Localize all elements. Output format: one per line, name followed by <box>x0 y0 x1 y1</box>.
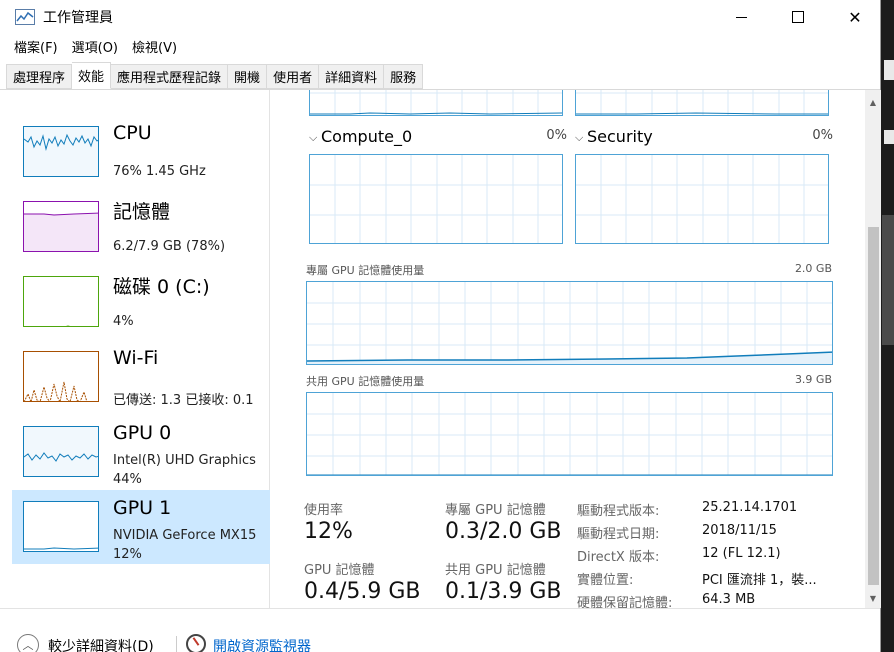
engine-security-pct: 0% <box>812 128 833 143</box>
engine-compute0-graph <box>309 154 563 244</box>
dedicated-memory-graph <box>306 281 833 365</box>
sidebar-item-name: CPU <box>113 122 152 144</box>
maximize-button[interactable] <box>775 0 821 34</box>
physical-location-label: 實體位置: <box>577 573 634 588</box>
wifi-thumbnail-graph <box>23 351 99 402</box>
tab-services[interactable]: 服務 <box>384 64 424 89</box>
resource-monitor-icon[interactable] <box>186 634 206 652</box>
scroll-up-icon[interactable]: ▲ <box>865 94 881 110</box>
footer-separator <box>176 636 177 652</box>
gpu0-thumbnail-graph <box>23 426 99 477</box>
cpu-thumbnail-graph <box>23 126 99 177</box>
chevron-down-icon[interactable]: ⌵ <box>309 131 317 145</box>
shared-gpu-memory-value: 0.1/3.9 GB <box>445 579 562 604</box>
task-manager-icon <box>15 9 35 25</box>
engine-compute0-pct: 0% <box>546 128 567 143</box>
minimize-button[interactable] <box>718 0 764 34</box>
gpu-detail-panel: ⌵ Compute_0 0% ⌵ Security 0% 專屬 GPU 記憶體使… <box>272 90 865 608</box>
tab-processes[interactable]: 處理程序 <box>6 64 73 89</box>
sidebar-item-detail: 6.2/7.9 GB (78%) <box>113 239 226 254</box>
directx-version-value: 12 (FL 12.1) <box>702 546 781 561</box>
shared-memory-graph <box>306 392 833 476</box>
menu-options[interactable]: 選項(O) <box>72 37 118 56</box>
sidebar-item-cpu[interactable]: CPU 76% 1.45 GHz <box>12 115 270 189</box>
sidebar-item-usage: 44% <box>113 472 142 487</box>
gpu-memory-label: GPU 記憶體 <box>304 563 375 578</box>
chevron-down-icon[interactable]: ⌵ <box>575 131 583 145</box>
sidebar-item-gpu0[interactable]: GPU 0 Intel(R) UHD Graphics 44% <box>12 415 270 489</box>
menu-file[interactable]: 檔案(F) <box>14 37 58 56</box>
directx-version-label: DirectX 版本: <box>577 550 660 565</box>
maximize-icon <box>792 11 804 23</box>
minimize-icon <box>735 16 747 18</box>
memory-thumbnail-graph <box>23 201 99 252</box>
sidebar-item-detail: 4% <box>113 314 134 329</box>
dedicated-gpu-memory-label: 專屬 GPU 記憶體 <box>445 503 546 518</box>
sidebar-item-memory[interactable]: 記憶體 6.2/7.9 GB (78%) <box>12 190 270 264</box>
sidebar-item-wifi[interactable]: Wi-Fi 已傳送: 1.3 已接收: 0.1 <box>12 340 270 414</box>
desktop-background-right <box>880 0 894 652</box>
driver-date-value: 2018/11/15 <box>702 523 777 538</box>
tab-users[interactable]: 使用者 <box>267 64 320 89</box>
shared-gpu-memory-label: 共用 GPU 記憶體 <box>445 563 546 578</box>
driver-version-value: 25.21.14.1701 <box>702 500 798 515</box>
sidebar-item-gpu1[interactable]: GPU 1 NVIDIA GeForce MX15 12% <box>12 490 270 564</box>
shared-memory-graph-max: 3.9 GB <box>794 373 832 386</box>
sidebar-item-name: Wi-Fi <box>113 347 159 369</box>
sidebar-item-detail: 已傳送: 1.3 已接收: 0.1 <box>113 393 254 408</box>
sidebar-item-name: GPU 0 <box>113 422 172 444</box>
dedicated-memory-graph-max: 2.0 GB <box>794 262 832 275</box>
sidebar-item-detail: 76% 1.45 GHz <box>113 164 206 179</box>
sidebar-item-detail: NVIDIA GeForce MX15 <box>113 528 257 543</box>
hardware-reserved-memory-label: 硬體保留記憶體: <box>577 596 673 608</box>
scroll-down-icon[interactable]: ▼ <box>865 590 881 606</box>
shared-memory-graph-label: 共用 GPU 記憶體使用量 <box>306 375 425 388</box>
performance-sidebar: CPU 76% 1.45 GHz 記憶體 6.2/7.9 GB (78%) 磁碟… <box>8 90 270 608</box>
sidebar-item-disk[interactable]: 磁碟 0 (C:) 4% <box>12 265 270 339</box>
chevron-up-icon[interactable]: ︿ <box>17 634 39 652</box>
footer-bar: ︿ 較少詳細資料(D) 開啟資源監視器 <box>0 608 880 652</box>
tab-app-history[interactable]: 應用程式歷程記錄 <box>111 64 229 89</box>
gpu-memory-value: 0.4/5.9 GB <box>304 579 421 604</box>
driver-version-label: 驅動程式版本: <box>577 504 660 519</box>
gpu1-thumbnail-graph <box>23 501 99 552</box>
menu-view[interactable]: 檢視(V) <box>132 37 177 56</box>
tab-details[interactable]: 詳細資料 <box>319 64 385 89</box>
title-bar[interactable]: 工作管理員 ✕ <box>0 0 880 34</box>
disk-thumbnail-graph <box>23 276 99 327</box>
fewer-details-link[interactable]: 較少詳細資料(D) <box>48 636 154 652</box>
driver-date-label: 驅動程式日期: <box>577 527 660 542</box>
open-resource-monitor-link[interactable]: 開啟資源監視器 <box>213 636 311 652</box>
scrollbar-thumb[interactable] <box>868 227 879 585</box>
engine-compute0-label: Compute_0 <box>321 127 413 146</box>
menu-bar: 檔案(F) 選項(O) 檢視(V) <box>0 34 880 58</box>
usage-value: 12% <box>304 519 353 544</box>
tab-strip: 處理程序 效能 應用程式歷程記錄 開機 使用者 詳細資料 服務 <box>6 62 424 89</box>
sidebar-item-detail: Intel(R) UHD Graphics <box>113 453 256 468</box>
usage-label: 使用率 <box>304 503 344 518</box>
close-button[interactable]: ✕ <box>832 0 878 34</box>
engine-graph-partial-left <box>309 90 563 116</box>
close-icon: ✕ <box>848 7 862 27</box>
dedicated-gpu-memory-value: 0.3/2.0 GB <box>445 519 562 544</box>
sidebar-item-name: GPU 1 <box>113 497 172 519</box>
engine-graph-partial-right <box>575 90 829 116</box>
engine-security-graph <box>575 154 829 244</box>
sidebar-item-name: 磁碟 0 (C:) <box>113 276 210 298</box>
vertical-scrollbar[interactable]: ▲ ▼ <box>865 90 881 608</box>
dedicated-memory-graph-label: 專屬 GPU 記憶體使用量 <box>306 264 425 277</box>
sidebar-item-name: 記憶體 <box>113 201 171 223</box>
tab-performance[interactable]: 效能 <box>72 62 112 89</box>
tab-startup[interactable]: 開機 <box>228 64 268 89</box>
engine-security-label: Security <box>587 127 653 146</box>
physical-location-value: PCI 匯流排 1，裝... <box>702 573 817 588</box>
hardware-reserved-memory-value: 64.3 MB <box>702 592 756 607</box>
task-manager-window: 工作管理員 ✕ 檔案(F) 選項(O) 檢視(V) 處理程序 效能 應用程式歷程… <box>0 0 881 652</box>
window-title: 工作管理員 <box>43 10 113 26</box>
sidebar-item-usage: 12% <box>113 547 142 562</box>
